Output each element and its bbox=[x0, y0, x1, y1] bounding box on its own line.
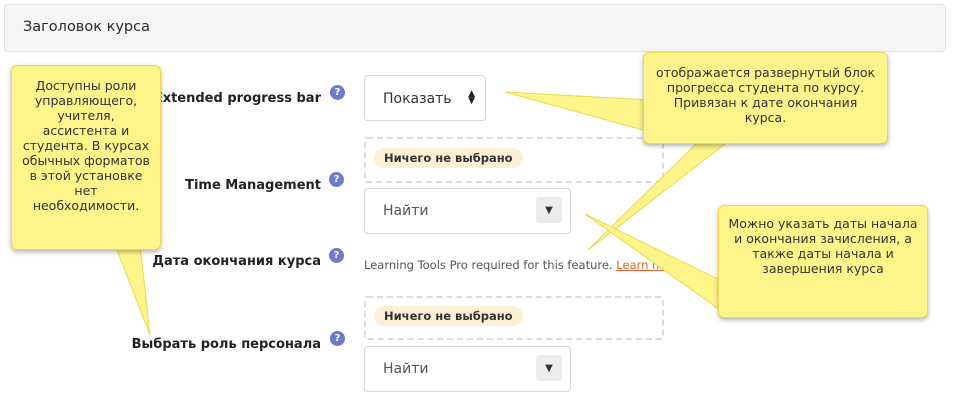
top-callout-pointer-b bbox=[587, 139, 732, 251]
progress-callout-text: отображается развернутый блок прогресса … bbox=[655, 65, 876, 125]
left-callout-pointer bbox=[114, 244, 151, 336]
top-callout-pointer-a bbox=[504, 91, 651, 133]
roles-callout: Доступны роли управляющего, учителя, асс… bbox=[11, 65, 161, 250]
roles-callout-text: Доступны роли управляющего, учителя, асс… bbox=[22, 78, 150, 213]
progress-callout: отображается развернутый блок прогресса … bbox=[643, 52, 888, 144]
dates-callout: Можно указать даты начала и окончания за… bbox=[718, 205, 928, 318]
dates-callout-text: Можно указать даты начала и окончания за… bbox=[728, 216, 918, 276]
bottom-callout-pointer bbox=[584, 213, 721, 311]
